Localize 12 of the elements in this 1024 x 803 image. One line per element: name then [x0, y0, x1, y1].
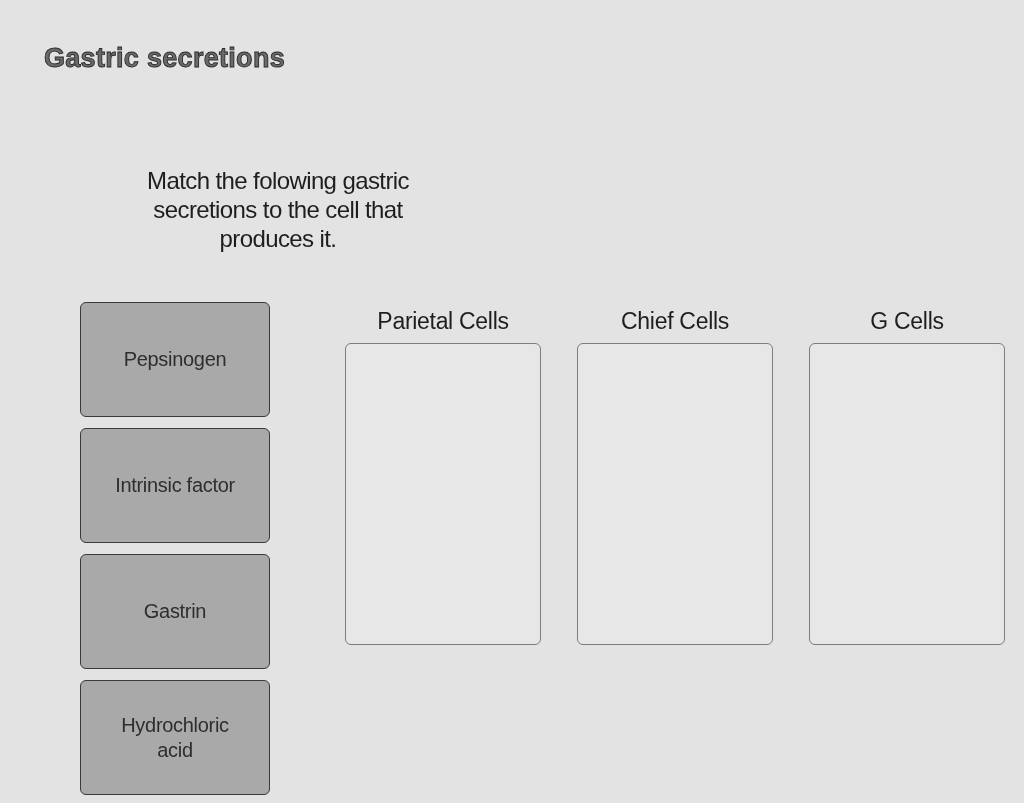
drop-zone[interactable]: [577, 343, 773, 645]
secretion-tile[interactable]: Intrinsic factor: [80, 428, 270, 543]
column-heading: Chief Cells: [621, 308, 729, 335]
secretion-tile[interactable]: Pepsinogen: [80, 302, 270, 417]
secretion-tile[interactable]: Hydrochloric acid: [80, 680, 270, 795]
page-title: Gastric secretions: [44, 42, 286, 74]
column-heading: G Cells: [870, 308, 944, 335]
drop-zone[interactable]: [345, 343, 541, 645]
secretion-tile[interactable]: Gastrin: [80, 554, 270, 669]
column-heading: Parietal Cells: [377, 308, 509, 335]
drop-zone[interactable]: [809, 343, 1005, 645]
instructions-text: Match the folowing gastric secretions to the cell that produces it.: [146, 166, 410, 253]
